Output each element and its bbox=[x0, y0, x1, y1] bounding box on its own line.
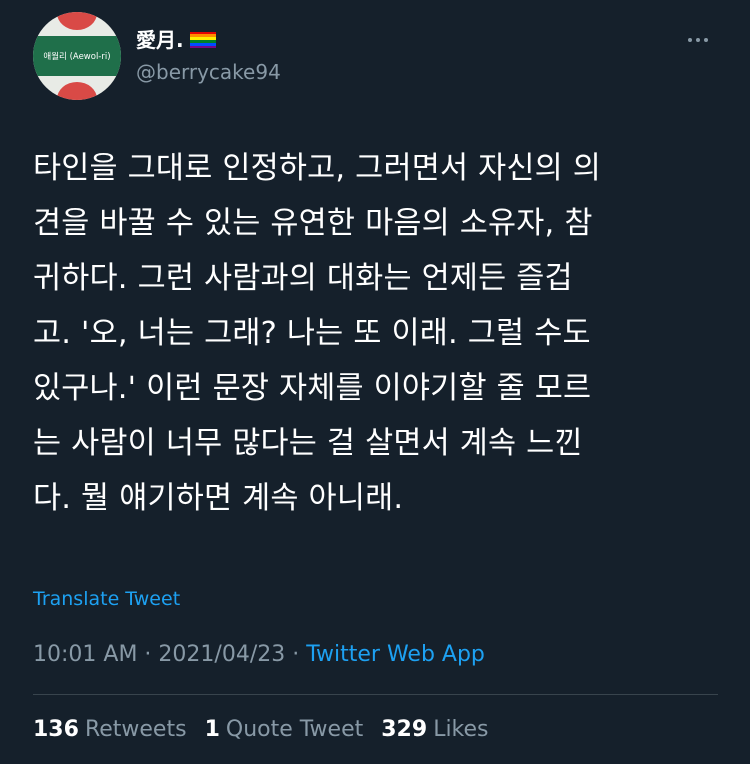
avatar-band: 애월리 (Aewol-ri) bbox=[33, 36, 121, 76]
tweet-text-line: 견을 바꿀 수 있는 유연한 마음의 소유자, 참 bbox=[33, 206, 593, 241]
more-options-button[interactable] bbox=[680, 30, 716, 50]
avatar-decoration bbox=[57, 82, 97, 100]
likes-count: 329 bbox=[381, 717, 428, 742]
tweet-source-link[interactable]: Twitter Web App bbox=[306, 642, 485, 667]
divider bbox=[33, 694, 718, 695]
more-icon bbox=[704, 38, 708, 42]
tweet-text: 타인을 그대로 인정하고, 그러면서 자신의 의 견을 바꿀 수 있는 유연한 … bbox=[33, 141, 723, 526]
more-icon bbox=[688, 38, 692, 42]
retweets-count: 136 bbox=[33, 717, 79, 742]
author-handle[interactable]: @berrycake94 bbox=[136, 59, 281, 85]
quote-tweets-count: 1 bbox=[204, 717, 220, 742]
avatar-decoration bbox=[57, 12, 97, 30]
likes-label: Likes bbox=[433, 717, 489, 742]
flag-stripe bbox=[189, 45, 216, 49]
tweet-meta: 10:01 AM · 2021/04/23 · Twitter Web App bbox=[33, 640, 485, 670]
tweet-text-line: 타인을 그대로 인정하고, 그러면서 자신의 의 bbox=[33, 151, 602, 186]
quote-tweets-stat[interactable]: 1 Quote Tweet bbox=[205, 715, 364, 745]
retweets-stat[interactable]: 136 Retweets bbox=[33, 715, 187, 745]
display-name-text: 愛月. bbox=[136, 28, 184, 52]
tweet-date[interactable]: 2021/04/23 bbox=[158, 642, 285, 667]
tweet-text-line: 는 사람이 너무 많다는 걸 살면서 계속 느낀 bbox=[33, 426, 583, 461]
tweet-text-line: 다. 뭘 얘기하면 계속 아니래. bbox=[33, 481, 404, 516]
tweet-time[interactable]: 10:01 AM bbox=[33, 642, 137, 667]
rainbow-flag-icon bbox=[189, 31, 216, 49]
retweets-label: Retweets bbox=[84, 717, 187, 742]
quote-tweets-label: Quote Tweet bbox=[225, 717, 364, 742]
meta-separator: · bbox=[137, 642, 159, 667]
likes-stat[interactable]: 329 Likes bbox=[381, 715, 488, 745]
tweet-text-line: 귀하다. 그런 사람과의 대화는 언제든 즐겁 bbox=[33, 261, 573, 296]
avatar-text: 애월리 (Aewol-ri) bbox=[43, 52, 111, 62]
author-display-name[interactable]: 愛月. bbox=[136, 27, 216, 53]
more-icon bbox=[696, 38, 700, 42]
translate-tweet-link[interactable]: Translate Tweet bbox=[33, 586, 180, 612]
tweet-stats: 136 Retweets 1 Quote Tweet 329 Likes bbox=[33, 715, 507, 745]
avatar[interactable]: 애월리 (Aewol-ri) bbox=[33, 12, 121, 100]
tweet-text-line: 있구나.' 이런 문장 자체를 이야기할 줄 모르 bbox=[33, 371, 592, 406]
meta-separator: · bbox=[285, 642, 307, 667]
tweet-text-line: 고. '오, 너는 그래? 나는 또 이래. 그럴 수도 bbox=[33, 316, 591, 351]
